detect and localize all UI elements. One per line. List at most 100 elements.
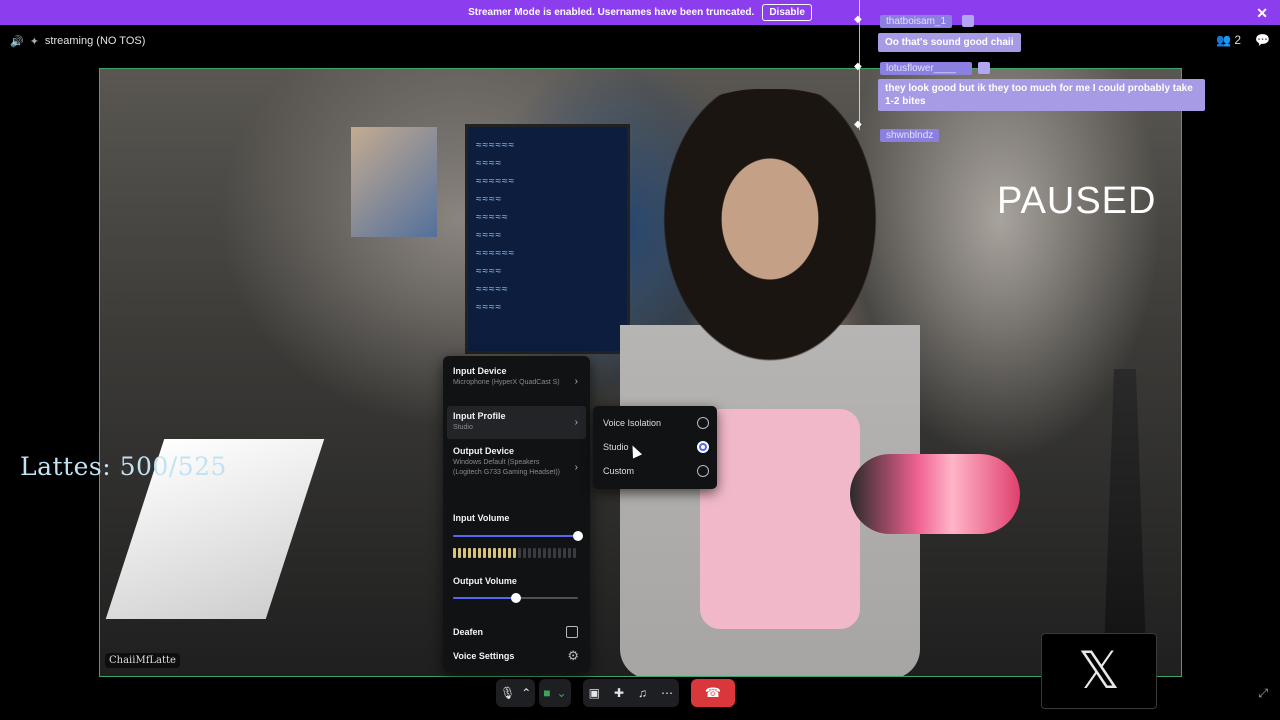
output-device-label: Output Device — [453, 446, 515, 456]
meter-bar — [508, 548, 511, 558]
participants-button[interactable]: 👥 2 — [1216, 33, 1241, 47]
meter-bar — [543, 548, 546, 558]
meter-bar — [533, 548, 536, 558]
channel-header: 🔊 ✦ streaming (NO TOS) — [10, 33, 145, 49]
diamond-icon: ◆ — [854, 61, 862, 72]
meter-bar — [563, 548, 566, 558]
chat-username: lotusflower____ — [880, 62, 972, 75]
meter-bar — [518, 548, 521, 558]
meter-bar — [528, 548, 531, 558]
chevron-down-icon[interactable]: ⌄ — [557, 679, 567, 707]
deafen-item[interactable]: Deafen — [453, 627, 580, 637]
profile-option-studio[interactable]: Studio — [603, 438, 709, 456]
input-profile-value: Studio — [453, 424, 473, 431]
gear-icon[interactable]: ⚙ — [567, 648, 579, 664]
neon-monitor: ≈≈≈≈≈≈ ≈≈≈≈ ≈≈≈≈≈≈ ≈≈≈≈ ≈≈≈≈≈ ≈≈≈≈ ≈≈≈≈≈≈ ≈≈≈≈ ≈… — [465, 124, 630, 354]
wall-poster — [351, 127, 437, 237]
meter-bar — [538, 548, 541, 558]
output-volume-fill — [453, 597, 516, 599]
chat-icon[interactable]: 💬 — [1255, 33, 1270, 47]
more-options-icon[interactable]: ⋯ — [661, 679, 673, 707]
meter-bar — [453, 548, 456, 558]
chevron-right-icon: › — [574, 462, 578, 473]
phone-hangup-icon: ☎ — [704, 685, 722, 700]
activities-icon[interactable]: ✚ — [614, 679, 624, 707]
meter-bar — [463, 548, 466, 558]
meter-bar — [553, 548, 556, 558]
speaker-icon: 🔊 — [10, 35, 24, 48]
radio-button-selected[interactable] — [697, 441, 709, 453]
meter-bar — [568, 548, 571, 558]
soundboard-icon[interactable]: ♫ — [638, 679, 647, 707]
input-volume-item: Input Volume — [453, 513, 580, 523]
meter-bar — [473, 548, 476, 558]
stage-icon: ✦ — [29, 35, 39, 48]
pink-top — [700, 409, 860, 629]
screen-share-icon[interactable]: ▣ — [589, 679, 600, 707]
chevron-up-icon[interactable]: ⌃ — [521, 679, 531, 707]
output-device-item[interactable]: Output Device Windows Default (Speakers … — [453, 446, 580, 478]
meter-bar — [483, 548, 486, 558]
profile-option-label: Voice Isolation — [603, 418, 662, 428]
input-device-label: Input Device — [453, 366, 507, 376]
meter-bar — [503, 548, 506, 558]
header-actions: 👥 2 💬 — [1216, 33, 1270, 47]
disconnect-button[interactable]: ☎ — [691, 679, 736, 707]
chat-username: shwnblndz — [880, 129, 940, 142]
meter-bar — [558, 548, 561, 558]
diamond-icon: ◆ — [854, 14, 862, 25]
mic-control-group: 🎙 ⌃ — [496, 679, 536, 707]
chevron-right-icon: › — [574, 376, 578, 387]
voice-settings-label: Voice Settings — [453, 651, 515, 661]
chat-message: Oo that's sound good chaii — [878, 33, 1021, 52]
lattes-counter: Lattes: 500/525 — [20, 452, 227, 481]
fullscreen-icon[interactable]: ⤢ — [1258, 686, 1268, 701]
input-profile-label: Input Profile — [453, 411, 506, 421]
chat-username: thatboisam_1 — [880, 15, 953, 28]
output-volume-knob[interactable] — [510, 593, 521, 603]
microphone-icon[interactable]: 🎙 — [500, 679, 515, 707]
input-device-item[interactable]: Input Device Microphone (HyperX QuadCast… — [453, 366, 580, 388]
meter-bar — [488, 548, 491, 558]
people-icon: 👥 — [1216, 33, 1232, 47]
camera-icon[interactable]: ■ — [543, 679, 550, 707]
meter-bar — [498, 548, 501, 558]
profile-option-label: Custom — [603, 466, 635, 476]
paused-overlay: PAUSED — [997, 180, 1157, 222]
call-controls: 🎙 ⌃ ■ ⌄ ▣ ✚ ♫ ⋯ ☎ — [496, 679, 736, 707]
input-profile-item[interactable]: Input Profile Studio › — [453, 411, 580, 433]
disable-streamer-mode-button[interactable]: Disable — [762, 4, 812, 21]
input-volume-knob[interactable] — [573, 531, 583, 541]
deafen-checkbox[interactable] — [566, 626, 578, 638]
profile-option-voice-isolation[interactable]: Voice Isolation — [603, 414, 709, 432]
deafen-label: Deafen — [453, 627, 484, 637]
close-icon[interactable]: ✕ — [1256, 5, 1268, 22]
voice-settings-item[interactable]: Voice Settings — [453, 651, 580, 661]
meter-bar — [493, 548, 496, 558]
radio-button[interactable] — [697, 417, 709, 429]
stream-video[interactable]: ≈≈≈≈≈≈ ≈≈≈≈ ≈≈≈≈≈≈ ≈≈≈≈ ≈≈≈≈≈ ≈≈≈≈ ≈≈≈≈≈≈ ≈≈≈≈ ≈… — [99, 68, 1182, 677]
voice-menu: Input Device Microphone (HyperX QuadCast… — [443, 356, 590, 672]
input-volume-fill — [453, 535, 578, 537]
pencil-icon — [978, 62, 990, 74]
input-volume-slider[interactable] — [453, 531, 583, 541]
meter-bar — [523, 548, 526, 558]
input-device-value: Microphone (HyperX QuadCast S) — [453, 379, 560, 386]
output-volume-label: Output Volume — [453, 576, 517, 586]
radio-button[interactable] — [697, 465, 709, 477]
input-profile-submenu: Voice Isolation Studio Custom — [593, 406, 717, 489]
output-volume-slider[interactable] — [453, 593, 578, 603]
channel-name: streaming (NO TOS) — [44, 35, 146, 47]
participant-name-tag: ChaiiMfLatte — [105, 653, 180, 668]
rgb-microphone — [850, 454, 1020, 534]
badge-icon — [962, 15, 974, 27]
meter-bar — [513, 548, 516, 558]
meter-bar — [468, 548, 471, 558]
meter-bar — [548, 548, 551, 558]
meter-bar — [573, 548, 576, 558]
profile-option-custom[interactable]: Custom — [603, 462, 709, 480]
camera-control-group: ■ ⌄ — [539, 679, 571, 707]
banner-text: Streamer Mode is enabled. Usernames have… — [468, 7, 755, 18]
x-logo-icon: 𝕏 — [1041, 633, 1157, 709]
monitor-scribbles: ≈≈≈≈≈≈ ≈≈≈≈ ≈≈≈≈≈≈ ≈≈≈≈ ≈≈≈≈≈ ≈≈≈≈ ≈≈≈≈≈≈ ≈≈≈≈ ≈… — [476, 140, 515, 313]
